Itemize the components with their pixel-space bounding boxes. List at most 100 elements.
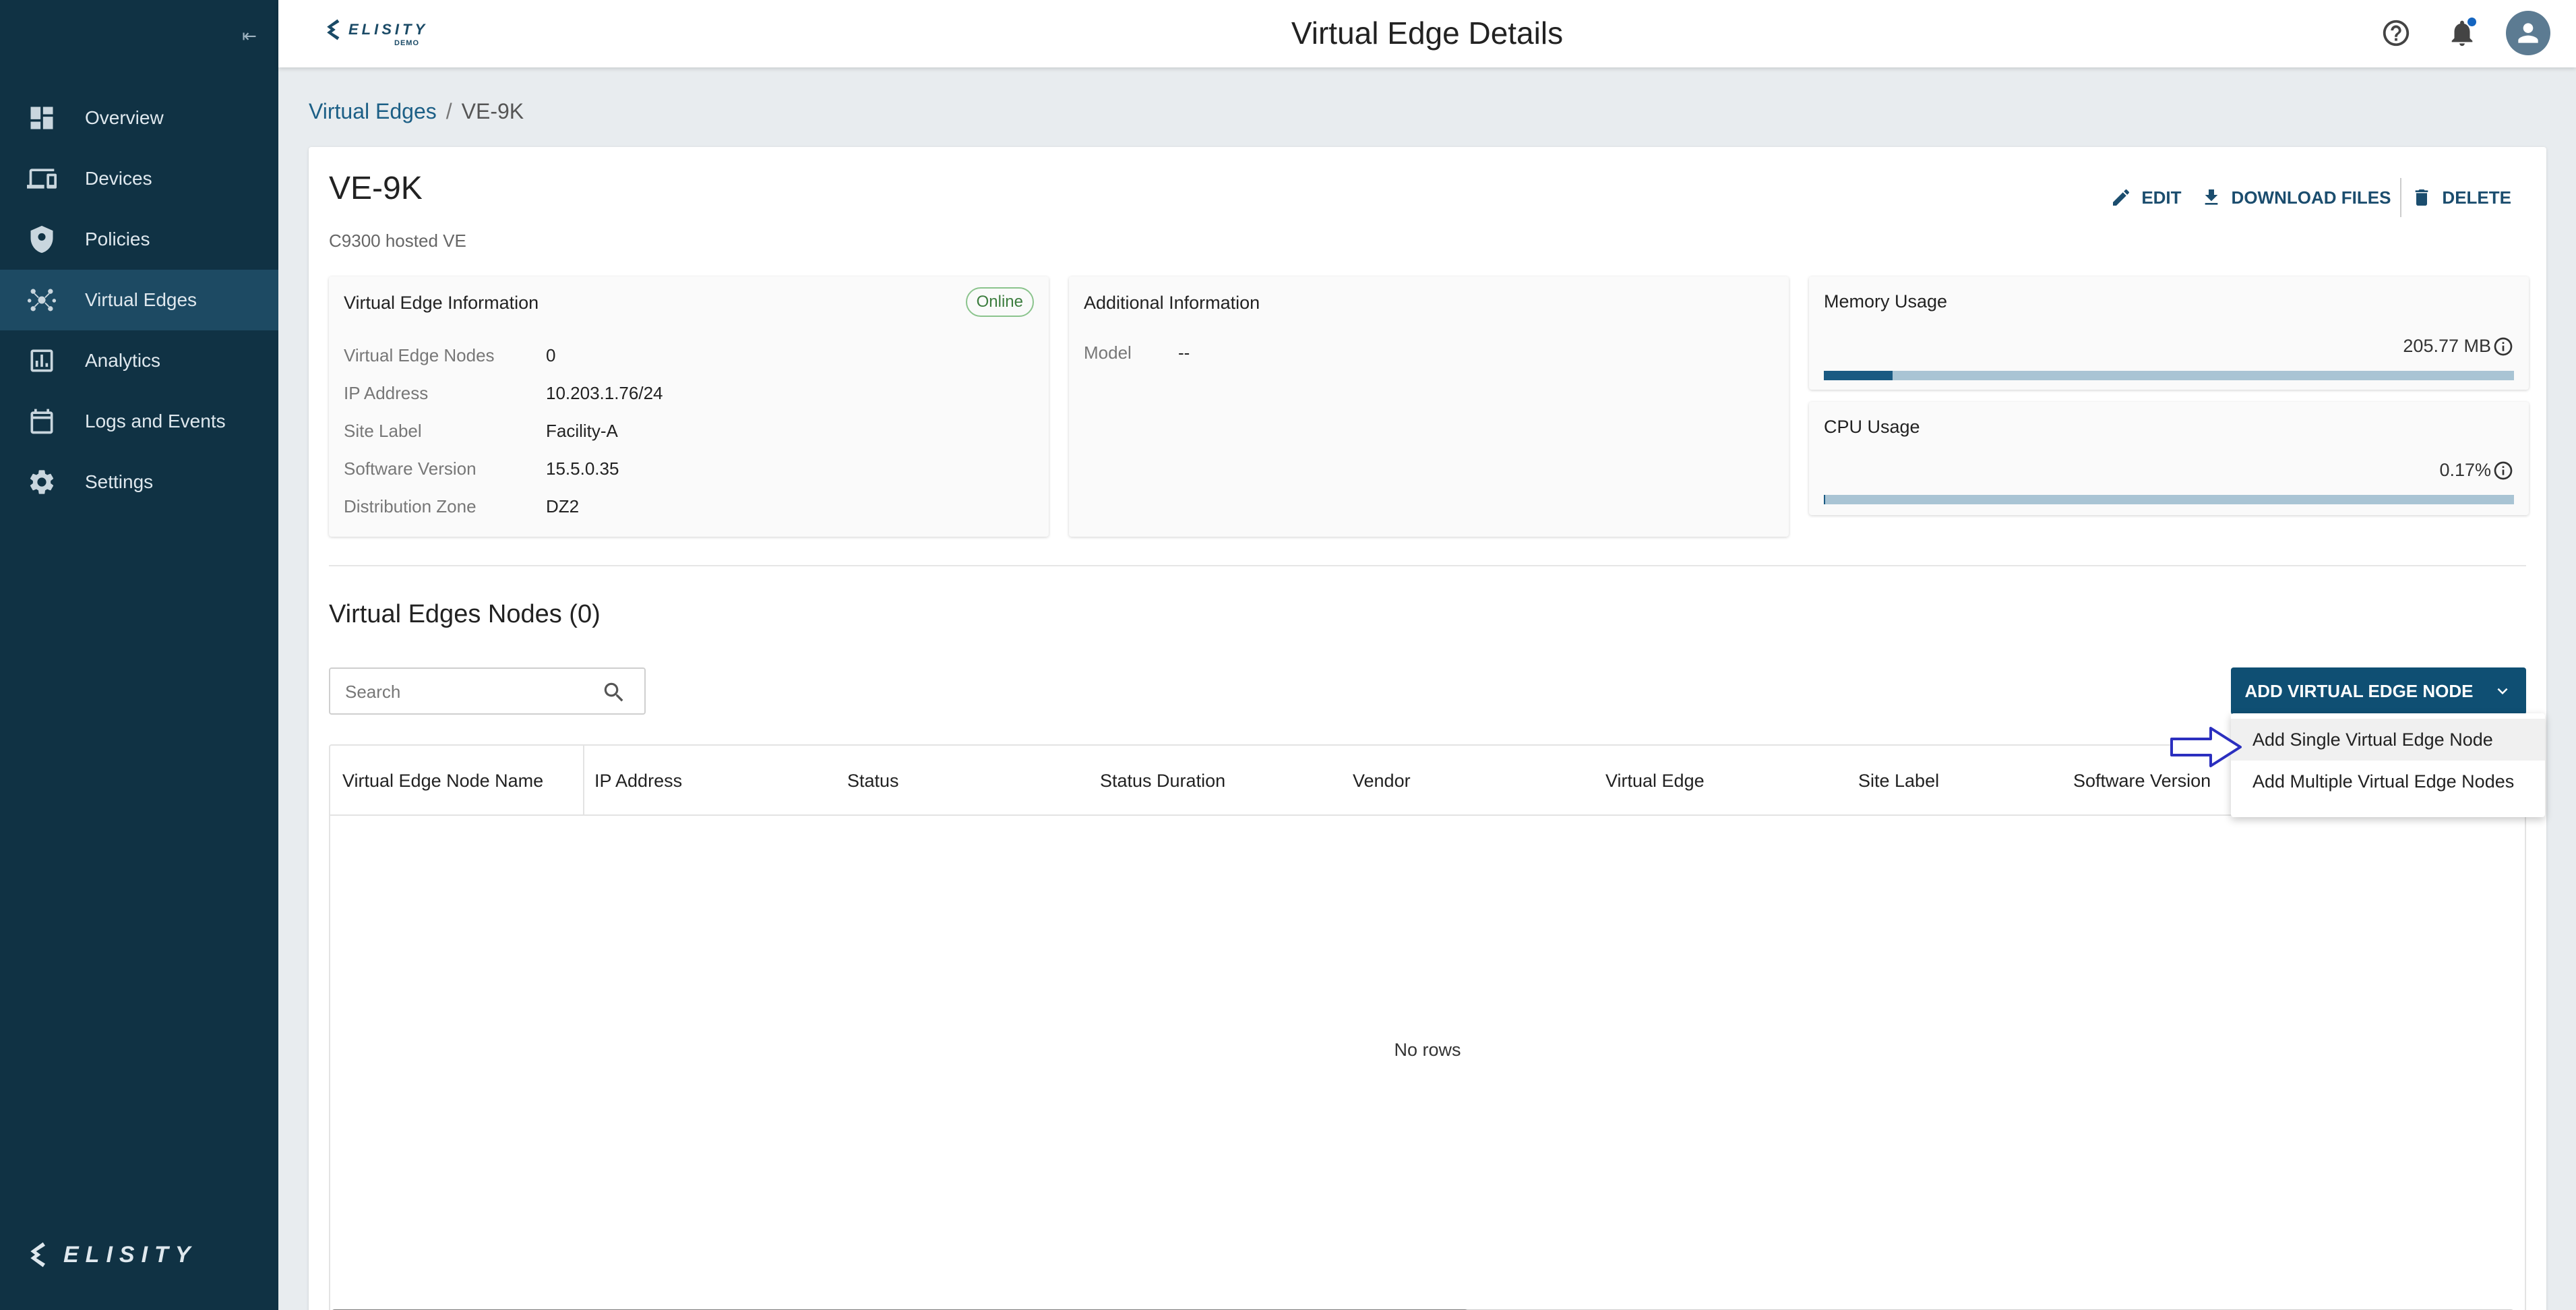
pencil-icon xyxy=(2113,189,2130,206)
top-bar: ELISITY DEMO Virtual Edge Details xyxy=(278,0,2576,67)
help-icon xyxy=(2383,20,2410,47)
user-menu-button[interactable] xyxy=(2506,11,2550,55)
empty-table-message: No rows xyxy=(1394,1040,1461,1060)
search-field[interactable] xyxy=(329,667,646,715)
info-icon[interactable] xyxy=(2492,336,2514,357)
info-key: Virtual Edge Nodes xyxy=(344,345,495,365)
breadcrumb: Virtual Edges / VE-9K xyxy=(309,99,524,124)
section-divider xyxy=(329,565,2526,566)
nodes-table: Virtual Edge Node Name IP Address Status… xyxy=(329,744,2526,1310)
sidebar-item-logs-and-events[interactable]: Logs and Events xyxy=(0,391,278,452)
top-icons xyxy=(2374,11,2550,55)
info-key: IP Address xyxy=(344,383,429,403)
search-input[interactable] xyxy=(345,678,588,705)
info-key: Site Label xyxy=(344,421,422,441)
column-header-site-label[interactable]: Site Label xyxy=(1858,746,1939,816)
menu-item-add-multiple-nodes[interactable]: Add Multiple Virtual Edge Nodes xyxy=(2231,761,2545,802)
analytics-icon xyxy=(27,346,57,376)
elisity-logo-icon xyxy=(30,1242,45,1268)
column-header-vendor[interactable]: Vendor xyxy=(1353,746,1411,816)
cpu-usage-fill xyxy=(1824,495,1825,504)
shield-icon xyxy=(27,225,57,254)
card-title: Memory Usage xyxy=(1824,291,1948,311)
info-row-software-version: Software Version 15.5.0.35 xyxy=(344,458,619,479)
info-row-nodes: Virtual Edge Nodes 0 xyxy=(344,345,555,366)
sidebar-logo: ELISITY xyxy=(27,1241,197,1268)
sidebar-item-label: Logs and Events xyxy=(85,411,226,431)
help-button[interactable] xyxy=(2374,11,2418,55)
info-row-site-label: Site Label Facility-A xyxy=(344,421,618,442)
cpu-usage-value: 0.17% xyxy=(2439,460,2491,480)
sidebar-item-label: Devices xyxy=(85,168,152,189)
edit-label: EDIT xyxy=(2141,187,2182,208)
delete-label: DELETE xyxy=(2442,187,2511,208)
search-icon[interactable] xyxy=(601,680,627,705)
memory-usage-fill xyxy=(1824,371,1893,380)
column-header-virtual-edge[interactable]: Virtual Edge xyxy=(1605,746,1705,816)
card-title: Virtual Edge Information xyxy=(344,293,539,313)
sidebar-item-devices[interactable]: Devices xyxy=(0,148,278,209)
add-node-dropdown-menu: Add Single Virtual Edge Node Add Multipl… xyxy=(2231,713,2545,817)
sidebar-item-analytics[interactable]: Analytics xyxy=(0,330,278,391)
sidebar-item-label: Virtual Edges xyxy=(85,289,197,310)
memory-usage-bar xyxy=(1824,371,2514,380)
info-value: Facility-A xyxy=(546,421,618,441)
info-row-distribution-zone: Distribution Zone DZ2 xyxy=(344,496,579,517)
breadcrumb-virtual-edges[interactable]: Virtual Edges xyxy=(309,99,437,123)
devices-icon xyxy=(27,164,57,193)
info-value: 10.203.1.76/24 xyxy=(546,383,663,403)
notification-dot xyxy=(2467,18,2476,26)
virtual-edge-description: C9300 hosted VE xyxy=(329,231,466,251)
chevron-down-icon xyxy=(2497,688,2507,694)
info-value: 15.5.0.35 xyxy=(546,458,619,479)
sidebar: ⇤ Overview Devices Policies Virtual Edge… xyxy=(0,0,278,1310)
download-files-label: DOWNLOAD FILES xyxy=(2231,187,2391,208)
action-bar: EDIT DOWNLOAD FILES DELETE xyxy=(2101,178,2521,217)
edit-button[interactable]: EDIT xyxy=(2101,178,2190,217)
collapse-sidebar-icon[interactable]: ⇤ xyxy=(239,26,259,46)
info-value: -- xyxy=(1178,343,1190,363)
memory-usage-value: 205.77 MB xyxy=(2403,336,2491,356)
info-value: 0 xyxy=(546,345,556,365)
sidebar-item-label: Overview xyxy=(85,107,164,128)
breadcrumb-separator: / xyxy=(446,99,452,123)
menu-item-add-single-node[interactable]: Add Single Virtual Edge Node xyxy=(2231,719,2545,761)
dashboard-icon xyxy=(27,103,57,133)
additional-info-card: Additional Information Model -- xyxy=(1069,276,1789,537)
nodes-section-title: Virtual Edges Nodes (0) xyxy=(329,600,601,628)
calendar-icon xyxy=(27,407,57,436)
add-button-label: ADD VIRTUAL EDGE NODE xyxy=(2244,680,2474,701)
delete-button[interactable]: DELETE xyxy=(2401,178,2521,217)
trash-icon xyxy=(2416,189,2428,206)
info-row-model: Model -- xyxy=(1084,343,1190,363)
person-icon xyxy=(2518,23,2538,43)
gear-icon xyxy=(27,467,57,497)
virtual-edge-info-card: Virtual Edge Information Online Virtual … xyxy=(329,276,1049,537)
sidebar-item-overview[interactable]: Overview xyxy=(0,88,278,148)
sidebar-item-settings[interactable]: Settings xyxy=(0,452,278,512)
sidebar-item-label: Policies xyxy=(85,229,150,249)
column-header-status-duration[interactable]: Status Duration xyxy=(1100,746,1225,816)
sidebar-item-virtual-edges[interactable]: Virtual Edges xyxy=(0,270,278,330)
status-badge: Online xyxy=(965,287,1034,317)
info-icon[interactable] xyxy=(2492,460,2514,481)
memory-usage-card: Memory Usage 205.77 MB xyxy=(1809,276,2529,390)
notifications-button[interactable] xyxy=(2440,11,2484,55)
avatar xyxy=(2506,11,2550,55)
breadcrumb-current: VE-9K xyxy=(461,99,524,123)
virtual-edge-name: VE-9K xyxy=(329,171,423,206)
info-row-ip: IP Address 10.203.1.76/24 xyxy=(344,383,663,404)
page-title: Virtual Edge Details xyxy=(1291,16,1564,51)
card-title: Additional Information xyxy=(1084,293,1260,313)
info-key: Software Version xyxy=(344,458,477,479)
column-header-status[interactable]: Status xyxy=(847,746,899,816)
card-title: CPU Usage xyxy=(1824,417,1920,437)
column-header-name[interactable]: Virtual Edge Node Name xyxy=(330,746,584,816)
cpu-usage-card: CPU Usage 0.17% xyxy=(1809,402,2529,515)
column-header-ip[interactable]: IP Address xyxy=(594,746,682,816)
hub-icon xyxy=(27,285,57,315)
sidebar-item-policies[interactable]: Policies xyxy=(0,209,278,270)
add-virtual-edge-node-button[interactable]: ADD VIRTUAL EDGE NODE xyxy=(2231,667,2526,715)
sidebar-nav: Overview Devices Policies Virtual Edges … xyxy=(0,88,278,512)
download-files-button[interactable]: DOWNLOAD FILES xyxy=(2191,178,2401,217)
